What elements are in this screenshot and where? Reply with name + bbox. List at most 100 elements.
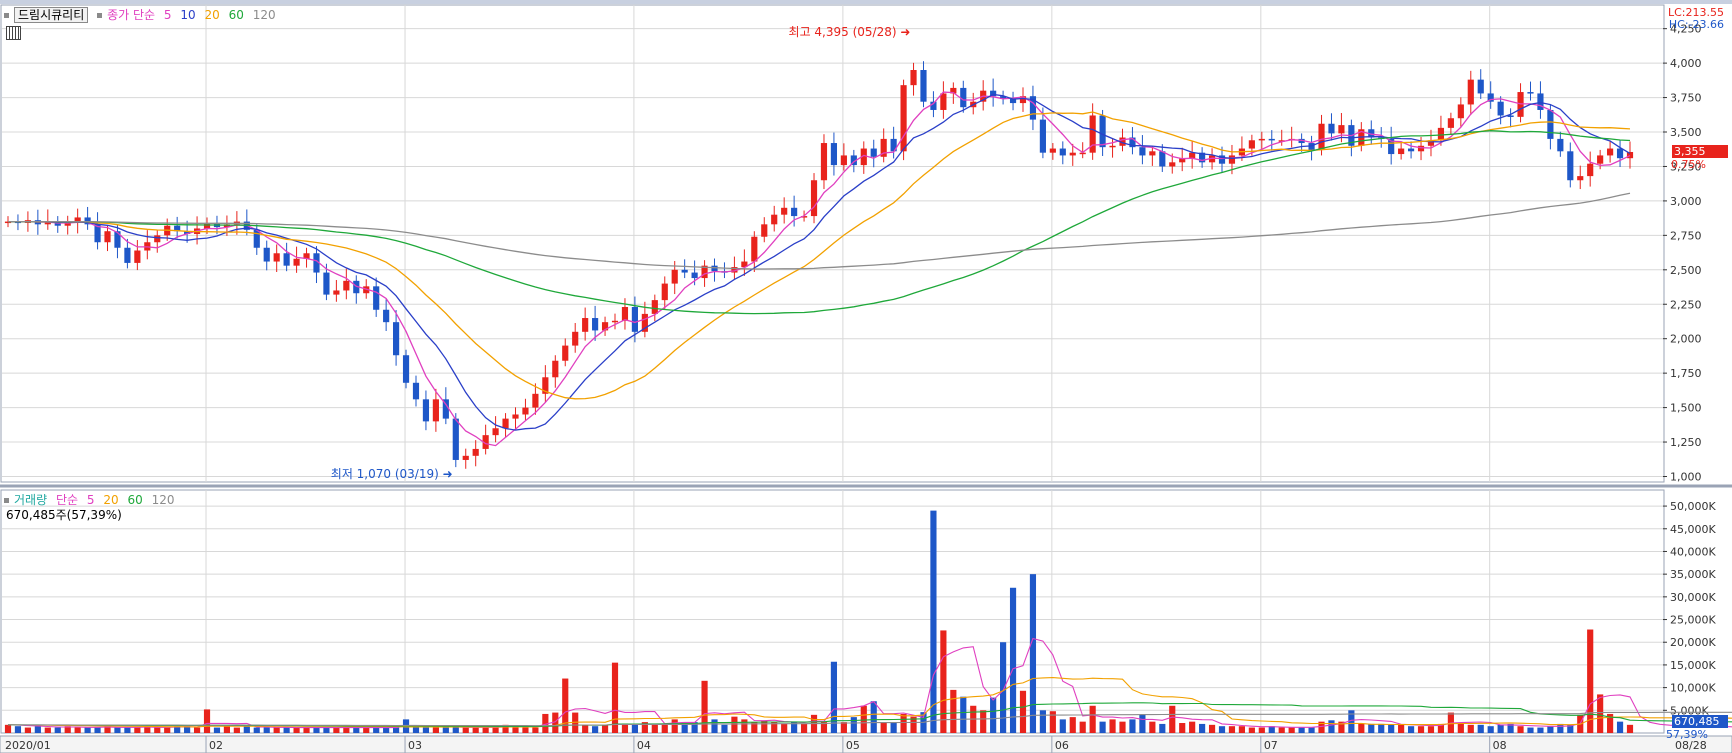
volume-bar bbox=[980, 710, 987, 733]
candle-body bbox=[263, 247, 270, 262]
volume-bar bbox=[701, 680, 708, 733]
volume-bar bbox=[482, 727, 489, 733]
volume-ratio: 57,39% bbox=[1666, 727, 1708, 741]
candle-body bbox=[1268, 138, 1275, 141]
x-tick-label: 07 bbox=[1264, 739, 1278, 752]
candle-body bbox=[1467, 79, 1474, 105]
volume-info: 670,485주(57,39%) bbox=[6, 508, 122, 522]
volume-label[interactable]: 거래량 bbox=[14, 493, 47, 507]
volume-bar bbox=[263, 727, 270, 733]
volume-bar bbox=[890, 722, 897, 733]
volume-bar bbox=[870, 701, 877, 733]
vol-ma20-label[interactable]: 20 bbox=[103, 493, 118, 507]
volume-bar bbox=[1597, 694, 1604, 733]
candle-body bbox=[124, 247, 131, 263]
volume-bar bbox=[1547, 726, 1554, 733]
x-tick-label: 02 bbox=[209, 739, 223, 752]
volume-bar bbox=[1039, 710, 1046, 733]
volume-tick-label: 40,000K bbox=[1670, 545, 1716, 558]
volume-bar bbox=[1179, 723, 1186, 733]
volume-tick-label: 45,000K bbox=[1670, 523, 1716, 536]
volume-bar bbox=[114, 727, 121, 733]
chart-canvas[interactable]: 2020/01 02 03 04 05 06 07 08 08/28 1,000 1,250 1,50… bbox=[0, 0, 1732, 753]
candle-body bbox=[572, 331, 579, 346]
volume-bar bbox=[253, 727, 260, 733]
vol-ma5-label[interactable]: 5 bbox=[87, 493, 95, 507]
volume-bar bbox=[442, 727, 449, 733]
volume-bar bbox=[800, 723, 808, 733]
volume-bar bbox=[631, 724, 638, 733]
price-tick-label: 2,000 bbox=[1670, 333, 1702, 346]
candle-body bbox=[1159, 151, 1166, 167]
candle-body bbox=[422, 399, 430, 422]
price-tick-label: 1,750 bbox=[1670, 367, 1702, 380]
volume-bar bbox=[54, 727, 61, 733]
volume-bar bbox=[74, 727, 81, 733]
ma10-label[interactable]: 10 bbox=[180, 8, 195, 22]
ma120-label[interactable]: 120 bbox=[253, 8, 276, 22]
volume-bar bbox=[1378, 723, 1385, 733]
candle-body bbox=[412, 382, 420, 400]
stock-chart[interactable]: 2020/01 02 03 04 05 06 07 08 08/28 1,000 1,250 1,50… bbox=[0, 0, 1732, 753]
volume-bar bbox=[1417, 726, 1425, 733]
volume-bar bbox=[213, 727, 221, 733]
volume-bar bbox=[233, 727, 240, 733]
volume-tick-label: 30,000K bbox=[1670, 591, 1716, 604]
candle-body bbox=[582, 318, 589, 332]
volume-bar bbox=[1587, 629, 1594, 733]
volume-bar bbox=[303, 727, 310, 733]
volume-bar bbox=[532, 727, 539, 733]
volume-bar bbox=[1308, 727, 1315, 733]
candle-body bbox=[333, 290, 340, 295]
candle-body bbox=[502, 418, 509, 429]
x-tick-label: 2020/01 bbox=[5, 739, 51, 752]
candle-body bbox=[661, 283, 668, 301]
candle-body bbox=[253, 229, 260, 248]
volume-bar bbox=[900, 713, 907, 733]
volume-tick-label: 35,000K bbox=[1670, 568, 1716, 581]
volume-bar bbox=[1497, 724, 1504, 733]
stock-name[interactable]: 드림시큐리티 bbox=[14, 7, 89, 23]
ma5-label[interactable]: 5 bbox=[164, 8, 172, 22]
volume-bar bbox=[363, 727, 370, 733]
candle-body bbox=[940, 93, 947, 110]
volume-bar bbox=[1278, 727, 1285, 733]
volume-bar bbox=[1288, 727, 1295, 733]
ma60-label[interactable]: 60 bbox=[229, 8, 244, 22]
volume-bar bbox=[1407, 726, 1415, 733]
volume-bar bbox=[930, 510, 937, 733]
legend-bullet-icon bbox=[4, 498, 9, 503]
candle-body bbox=[681, 269, 688, 273]
candle-body bbox=[273, 253, 280, 262]
volume-bar bbox=[373, 727, 380, 733]
volume-bar bbox=[1487, 726, 1494, 733]
volume-bar bbox=[1457, 723, 1464, 733]
volume-bar bbox=[1199, 723, 1206, 733]
candle-body bbox=[1398, 148, 1405, 155]
grid-tool-icon[interactable] bbox=[6, 26, 21, 40]
vol-ma60-label[interactable]: 60 bbox=[127, 493, 142, 507]
volume-bar bbox=[1129, 719, 1136, 733]
candle-body bbox=[1447, 118, 1454, 128]
volume-bar bbox=[84, 727, 91, 733]
volume-bar bbox=[731, 716, 738, 733]
volume-bar bbox=[293, 727, 300, 733]
volume-bar bbox=[393, 727, 400, 733]
volume-bar bbox=[1189, 721, 1196, 733]
candle-body bbox=[373, 286, 380, 310]
candle-body bbox=[1527, 92, 1534, 94]
volume-bar bbox=[1616, 721, 1624, 733]
ma20-label[interactable]: 20 bbox=[204, 8, 219, 22]
volume-bar bbox=[711, 719, 718, 733]
volume-bar bbox=[1517, 726, 1524, 733]
volume-bar bbox=[124, 727, 131, 733]
vol-ma120-label[interactable]: 120 bbox=[152, 493, 175, 507]
volume-bar bbox=[671, 719, 678, 733]
candle-body bbox=[283, 253, 290, 266]
volume-bar bbox=[781, 723, 788, 733]
candle-body bbox=[1248, 140, 1255, 149]
candle-body bbox=[104, 231, 111, 243]
volume-bar bbox=[592, 726, 599, 733]
volume-tick-label: 50,000K bbox=[1670, 500, 1716, 513]
volume-bar bbox=[1228, 726, 1236, 733]
